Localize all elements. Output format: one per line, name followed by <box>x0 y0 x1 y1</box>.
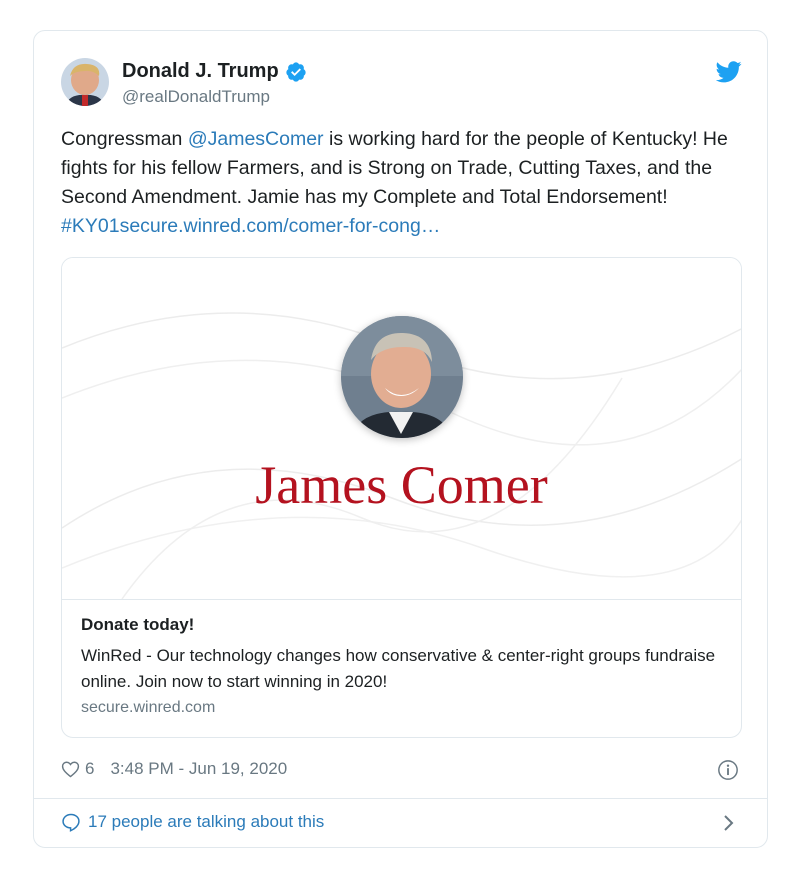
timestamp[interactable]: 3:48 PM - Jun 19, 2020 <box>110 759 287 779</box>
verified-badge-icon <box>286 61 306 82</box>
candidate-name: James Comer <box>255 455 548 515</box>
author-name-row[interactable]: Donald J. Trump <box>122 60 307 83</box>
author-avatar[interactable] <box>61 58 109 106</box>
hashtag-link[interactable]: #KY01 <box>61 215 120 237</box>
preview-description: WinRed - Our technology changes how cons… <box>81 646 716 691</box>
divider <box>34 798 767 799</box>
preview-domain: secure.winred.com <box>81 699 216 716</box>
info-icon[interactable] <box>717 759 739 781</box>
speech-bubble-icon <box>62 813 80 832</box>
preview-body: Donate today! WinRed - Our technology ch… <box>81 615 721 717</box>
conversation-link[interactable]: 17 people are talking about this <box>61 812 324 832</box>
tweet-meta: 6 3:48 PM - Jun 19, 2020 <box>61 759 287 779</box>
chevron-right-icon[interactable] <box>722 813 736 833</box>
url-link[interactable]: secure.winred.com/comer-for-cong… <box>120 215 441 237</box>
author-handle[interactable]: @realDonaldTrump <box>122 87 270 107</box>
like-count[interactable]: 6 <box>85 759 94 779</box>
heart-icon[interactable] <box>61 760 80 778</box>
author-name[interactable]: Donald J. Trump <box>122 60 279 83</box>
candidate-photo <box>341 316 463 438</box>
twitter-bird-icon[interactable] <box>716 61 742 83</box>
preview-image[interactable]: James Comer <box>62 258 741 600</box>
mention-link[interactable]: @JamesComer <box>188 128 324 150</box>
conversation-label[interactable]: 17 people are talking about this <box>88 812 324 832</box>
link-preview-card[interactable]: James Comer Donate today! WinRed - Our t… <box>61 257 742 738</box>
preview-title: Donate today! <box>81 615 195 634</box>
tweet-text-part: Congressman <box>61 128 188 150</box>
tweet-text: Congressman @JamesComer is working hard … <box>61 125 741 241</box>
tweet-embed-card: Donald J. Trump @realDonaldTrump Congres… <box>33 30 768 848</box>
